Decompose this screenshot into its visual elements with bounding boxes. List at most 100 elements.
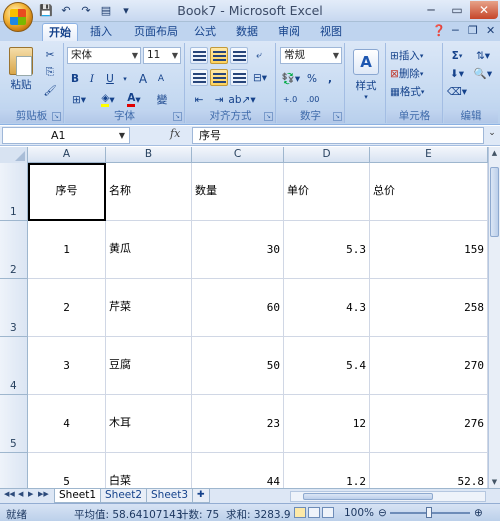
fill-icon[interactable]: ⬇▾ — [446, 65, 468, 82]
scroll-down-icon[interactable]: ▼ — [489, 476, 500, 488]
next-sheet-icon[interactable]: ▶ — [28, 490, 33, 498]
insert-cells-button[interactable]: ⊞ 插入 ▾ — [389, 47, 441, 64]
horizontal-scrollbar[interactable] — [290, 491, 486, 502]
format-cells-button[interactable]: ▦ 格式 ▾ — [389, 83, 441, 100]
insert-sheet-icon[interactable]: ✚ — [192, 489, 210, 503]
phonetic-icon[interactable]: 變 — [151, 91, 173, 108]
zoom-slider-knob[interactable] — [426, 507, 432, 518]
tab-insert[interactable]: 插入 — [84, 23, 118, 41]
column-header-b[interactable]: B — [106, 147, 192, 163]
tab-data[interactable]: 数据 — [230, 23, 264, 41]
row-header[interactable]: 2 — [0, 221, 28, 279]
sheet-tab-1[interactable]: Sheet1 — [54, 489, 102, 503]
clipboard-launcher-icon[interactable]: ↘ — [52, 112, 61, 121]
cell-b3[interactable]: 芹菜 — [106, 279, 192, 337]
cell-e1[interactable]: 总价 — [370, 163, 488, 221]
horizontal-scroll-thumb[interactable] — [303, 493, 433, 500]
percent-button[interactable]: % — [305, 70, 319, 87]
bold-button[interactable]: B — [68, 70, 82, 87]
find-select-icon[interactable]: 🔍▾ — [472, 65, 494, 82]
tab-home[interactable]: 开始 — [42, 23, 78, 41]
cell-a4[interactable]: 3 — [28, 337, 106, 395]
cell-e3[interactable]: 258 — [370, 279, 488, 337]
underline-dropdown-icon[interactable]: ▾ — [121, 70, 129, 87]
underline-button[interactable]: U — [103, 70, 117, 87]
scroll-up-icon[interactable]: ▲ — [489, 147, 500, 159]
shrink-font-button[interactable]: A — [153, 70, 169, 87]
insert-function-icon[interactable]: fx — [170, 127, 180, 140]
currency-icon[interactable]: 💱▾ — [280, 70, 302, 87]
minimize-button[interactable]: ─ — [418, 1, 444, 19]
select-all-button[interactable] — [0, 147, 28, 163]
cut-icon[interactable]: ✂ — [42, 46, 58, 63]
sheet-tab-2[interactable]: Sheet2 — [100, 489, 148, 503]
ribbon-minimize-icon[interactable]: ─ — [452, 24, 459, 37]
delete-cells-button[interactable]: ⊠ 删除 ▾ — [389, 65, 441, 82]
increase-indent-icon[interactable]: ⇥ — [210, 91, 228, 108]
column-header-c[interactable]: C — [192, 147, 284, 163]
tab-page-layout[interactable]: 页面布局 — [128, 23, 184, 41]
comma-button[interactable]: , — [323, 70, 337, 87]
tab-formulas[interactable]: 公式 — [188, 23, 222, 41]
name-box[interactable]: A1 ▼ — [2, 127, 130, 144]
tab-review[interactable]: 审阅 — [272, 23, 306, 41]
cell-c2[interactable]: 30 — [192, 221, 284, 279]
cell-a5[interactable]: 4 — [28, 395, 106, 453]
column-header-a[interactable]: A — [28, 147, 106, 163]
cell-a2[interactable]: 1 — [28, 221, 106, 279]
cell-e4[interactable]: 270 — [370, 337, 488, 395]
cell-e5[interactable]: 276 — [370, 395, 488, 453]
row-header[interactable]: 6 — [0, 453, 28, 488]
cell-c5[interactable]: 23 — [192, 395, 284, 453]
page-layout-view-icon[interactable] — [308, 507, 320, 518]
sheet-tab-3[interactable]: Sheet3 — [146, 489, 194, 503]
cell-e2[interactable]: 159 — [370, 221, 488, 279]
page-break-view-icon[interactable] — [322, 507, 334, 518]
cell-b2[interactable]: 黄瓜 — [106, 221, 192, 279]
row-header[interactable]: 3 — [0, 279, 28, 337]
clear-icon[interactable]: ⌫▾ — [446, 83, 468, 100]
align-right-button[interactable] — [230, 69, 248, 86]
cell-d1[interactable]: 单价 — [284, 163, 370, 221]
zoom-out-icon[interactable]: ⊖ — [378, 507, 387, 519]
cell-c6[interactable]: 44 — [192, 453, 284, 488]
merge-center-icon[interactable]: ⊟▾ — [250, 69, 270, 86]
increase-decimal-icon[interactable]: +.0 — [280, 91, 300, 108]
format-painter-icon[interactable]: 🖌 — [42, 82, 58, 99]
autosum-button[interactable]: Σ ▾ — [446, 47, 468, 64]
number-format-select[interactable]: 常规 ▼ — [280, 47, 342, 64]
grow-font-button[interactable]: A — [135, 70, 151, 87]
prev-sheet-icon[interactable]: ◀ — [18, 490, 23, 498]
cell-a1[interactable]: 序号 — [28, 163, 106, 221]
align-bottom-button[interactable] — [230, 47, 248, 64]
font-name-select[interactable]: 宋体 ▼ — [67, 47, 141, 64]
restore-icon[interactable]: ❐ — [468, 24, 478, 37]
normal-view-icon[interactable] — [294, 507, 306, 518]
decrease-indent-icon[interactable]: ⇤ — [190, 91, 208, 108]
align-center-button[interactable] — [210, 69, 228, 86]
vertical-scroll-thumb[interactable] — [490, 167, 499, 237]
formula-input[interactable]: 序号 — [192, 127, 484, 144]
expand-formula-icon[interactable]: ⌄ — [486, 128, 498, 143]
cell-c4[interactable]: 50 — [192, 337, 284, 395]
cell-d6[interactable]: 1.2 — [284, 453, 370, 488]
cell-a3[interactable]: 2 — [28, 279, 106, 337]
zoom-level[interactable]: 100% — [344, 507, 374, 519]
cell-a6[interactable]: 5 — [28, 453, 106, 488]
column-header-d[interactable]: D — [284, 147, 370, 163]
vertical-scrollbar[interactable]: ▲ ▼ — [488, 147, 500, 488]
last-sheet-icon[interactable]: ▶▶ — [38, 490, 49, 498]
cell-b6[interactable]: 白菜 — [106, 453, 192, 488]
column-header-e[interactable]: E — [370, 147, 488, 163]
number-launcher-icon[interactable]: ↘ — [333, 112, 342, 121]
font-launcher-icon[interactable]: ↘ — [173, 112, 182, 121]
cell-d5[interactable]: 12 — [284, 395, 370, 453]
cell-d3[interactable]: 4.3 — [284, 279, 370, 337]
font-color-icon[interactable]: A ▾ — [123, 91, 145, 108]
italic-button[interactable]: I — [85, 70, 99, 87]
cell-c3[interactable]: 60 — [192, 279, 284, 337]
tab-view[interactable]: 视图 — [314, 23, 348, 41]
font-size-select[interactable]: 11 ▼ — [143, 47, 181, 64]
styles-button[interactable]: A 样式 ▾ — [352, 49, 380, 101]
decrease-decimal-icon[interactable]: .00 — [303, 91, 323, 108]
